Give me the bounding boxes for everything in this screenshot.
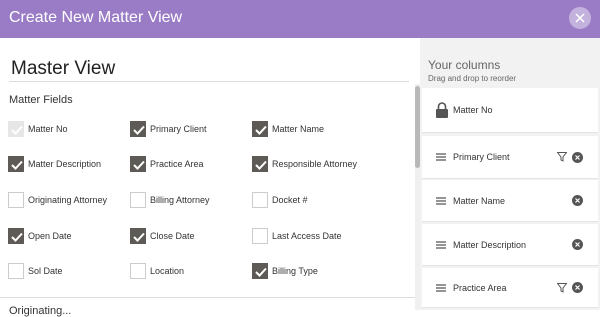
column-label: Matter No: [453, 105, 493, 115]
field-billing-attorney[interactable]: Billing Attorney: [130, 191, 210, 209]
field-label: Sol Date: [28, 266, 63, 276]
check-icon: [11, 232, 23, 242]
column-card-matter-no: Matter No: [422, 88, 598, 133]
field-location[interactable]: Location: [130, 262, 184, 280]
column-card-matter-description[interactable]: Matter Description: [422, 224, 598, 266]
checkbox[interactable]: [130, 192, 146, 208]
checkbox[interactable]: [130, 263, 146, 279]
field-label: Close Date: [150, 231, 195, 241]
check-icon: [133, 125, 145, 135]
field-last-access-date[interactable]: Last Access Date: [252, 227, 342, 245]
field-label: Responsible Attorney: [272, 159, 358, 169]
next-section-heading: Originating...: [9, 305, 72, 317]
matter-fields-heading: Matter Fields: [9, 94, 73, 106]
checkbox[interactable]: [130, 228, 146, 244]
checkbox[interactable]: [8, 263, 24, 279]
check-icon: [255, 267, 267, 277]
checkbox[interactable]: [8, 228, 24, 244]
field-matter-description[interactable]: Matter Description: [8, 155, 101, 173]
drag-handle-icon[interactable]: [436, 240, 446, 249]
remove-icon: [575, 198, 580, 203]
checkbox[interactable]: [252, 121, 268, 137]
checkbox[interactable]: [130, 156, 146, 172]
field-label: Billing Type: [272, 266, 318, 276]
remove-column-button[interactable]: [572, 239, 583, 250]
field-label: Location: [150, 266, 185, 276]
check-icon: [255, 160, 267, 170]
field-label: Docket #: [272, 195, 308, 205]
check-icon: [11, 160, 23, 170]
checkbox[interactable]: [252, 228, 268, 244]
field-label: Originating Attorney: [28, 195, 108, 205]
checkbox[interactable]: [252, 192, 268, 208]
field-responsible-attorney[interactable]: Responsible Attorney: [252, 155, 357, 173]
remove-icon: [575, 242, 580, 247]
close-icon: [575, 13, 585, 23]
checkbox[interactable]: [130, 121, 146, 137]
field-label: Practice Area: [150, 159, 204, 169]
checkbox[interactable]: [252, 156, 268, 172]
checkbox[interactable]: [252, 263, 268, 279]
check-icon: [255, 125, 267, 135]
drag-handle-icon[interactable]: [436, 283, 446, 292]
remove-column-button[interactable]: [572, 282, 583, 293]
field-primary-client[interactable]: Primary Client: [130, 120, 207, 138]
filter-icon[interactable]: [557, 152, 567, 162]
drag-handle-icon[interactable]: [436, 196, 446, 205]
remove-column-button[interactable]: [572, 151, 583, 163]
field-label: Matter No: [28, 124, 68, 134]
column-card-matter-name[interactable]: Matter Name: [422, 180, 598, 222]
field-originating-attorney[interactable]: Originating Attorney: [8, 191, 107, 209]
field-label: Billing Attorney: [150, 195, 210, 205]
column-label: Matter Description: [453, 239, 527, 250]
drag-handle-icon[interactable]: [436, 153, 446, 161]
field-sol-date[interactable]: Sol Date: [8, 262, 63, 280]
field-label: Matter Description: [28, 159, 102, 169]
remove-icon: [575, 154, 580, 160]
remove-column-button[interactable]: [572, 195, 583, 206]
field-open-date[interactable]: Open Date: [8, 227, 72, 245]
field-close-date[interactable]: Close Date: [130, 227, 195, 245]
columns-subtitle: Drag and drop to reorder: [428, 74, 517, 83]
field-label: Primary Client: [150, 124, 207, 134]
remove-icon: [575, 285, 580, 290]
dialog-title: Create New Matter View: [9, 9, 183, 26]
check-icon: [133, 160, 145, 170]
close-button[interactable]: [569, 7, 591, 29]
checkbox[interactable]: [8, 192, 24, 208]
field-practice-area[interactable]: Practice Area: [130, 155, 204, 173]
section-divider: [0, 297, 415, 298]
check-icon: [11, 125, 23, 135]
column-card-primary-client[interactable]: Primary Client: [422, 136, 598, 179]
column-label: Matter Name: [453, 195, 506, 206]
field-matter-no[interactable]: Matter No: [8, 120, 68, 138]
columns-title: Your columns: [428, 58, 501, 72]
field-label: Matter Name: [272, 124, 325, 134]
filter-icon[interactable]: [557, 282, 567, 293]
field-billing-type[interactable]: Billing Type: [252, 262, 318, 280]
field-matter-name[interactable]: Matter Name: [252, 120, 324, 138]
dialog-header: Create New Matter View: [0, 0, 600, 38]
view-name-input[interactable]: [9, 56, 409, 82]
column-card-practice-area[interactable]: Practice Area: [422, 268, 598, 308]
checkbox[interactable]: [8, 156, 24, 172]
field-label: Open Date: [28, 231, 72, 241]
check-icon: [133, 232, 145, 242]
column-label: Primary Client: [453, 152, 510, 162]
lock-icon: [436, 101, 448, 118]
column-label: Practice Area: [453, 282, 507, 293]
checkbox[interactable]: [8, 121, 24, 137]
field-docket[interactable]: Docket #: [252, 191, 308, 209]
field-label: Last Access Date: [272, 231, 342, 241]
